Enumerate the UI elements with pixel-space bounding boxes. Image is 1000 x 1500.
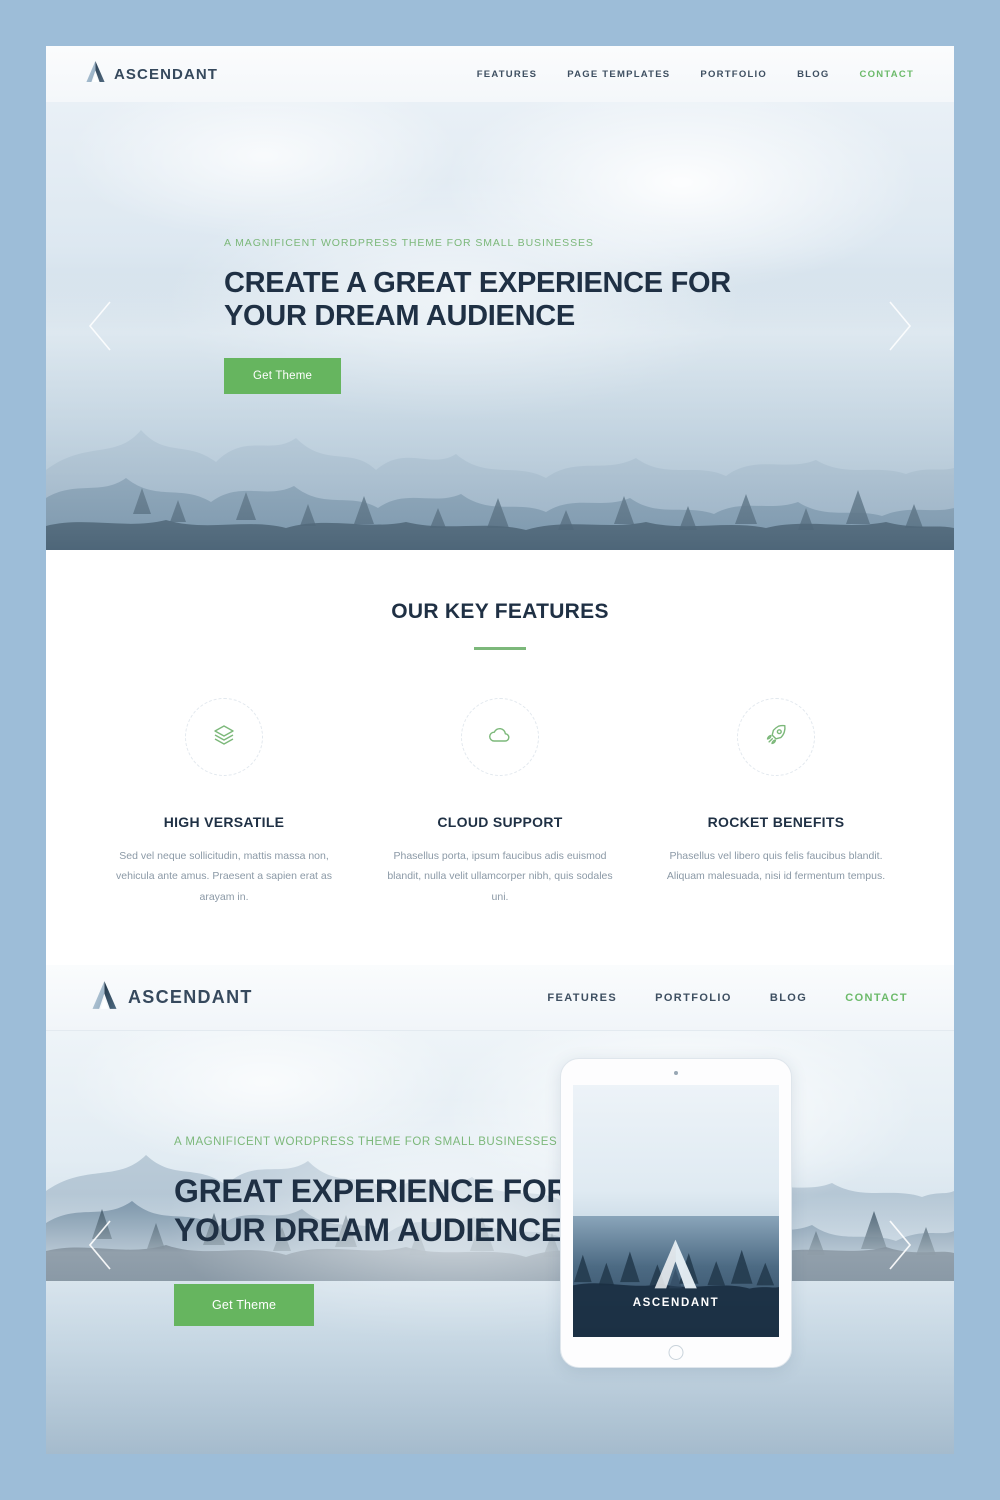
tablet-screen-brand: ASCENDANT xyxy=(633,1239,720,1309)
feature-card-rocket-benefits: ROCKET BENEFITS Phasellus vel libero qui… xyxy=(638,698,914,907)
get-theme-button-primary[interactable]: Get Theme xyxy=(224,357,342,394)
features-heading-divider xyxy=(474,647,526,650)
hero-kicker-primary: A MAGNIFICENT WORDPRESS THEME FOR SMALL … xyxy=(224,237,594,249)
feature-icon-circle xyxy=(737,698,815,776)
hero-content-primary: A MAGNIFICENT WORDPRESS THEME FOR SMALL … xyxy=(224,237,731,394)
feature-icon-circle xyxy=(185,698,263,776)
tablet-device-mockup: ASCENDANT xyxy=(560,1058,792,1368)
nav2-item-blog[interactable]: BLOG xyxy=(770,992,807,1004)
ascendant-a-logo-icon xyxy=(654,1239,698,1293)
feature-body: Sed vel neque sollicitudin, mattis massa… xyxy=(116,850,332,903)
primary-site-header: ASCENDANT FEATURES PAGE TEMPLATES PORTFO… xyxy=(46,46,954,102)
nav-item-features[interactable]: FEATURES xyxy=(477,69,538,80)
hero2-next-arrow[interactable] xyxy=(882,1215,916,1275)
hero-title-line-2: YOUR DREAM AUDIENCE xyxy=(224,299,575,332)
hero-title-primary: CREATE A GREAT EXPERIENCE FOR YOUR DREAM… xyxy=(224,267,731,333)
feature-title: ROCKET BENEFITS xyxy=(707,814,845,830)
secondary-site-header: ASCENDANT FEATURES PORTFOLIO BLOG CONTAC… xyxy=(46,965,954,1032)
hero2-title-line-2: YOUR DREAM AUDIENCE xyxy=(174,1212,562,1249)
feature-icon-circle xyxy=(461,698,539,776)
layers-icon xyxy=(212,723,236,752)
brand-logo-primary[interactable]: ASCENDANT xyxy=(86,61,218,87)
brand-name-secondary: ASCENDANT xyxy=(128,987,253,1008)
primary-hero-slider: A MAGNIFICENT WORDPRESS THEME FOR SMALL … xyxy=(46,102,954,550)
nav2-item-contact[interactable]: CONTACT xyxy=(845,992,908,1004)
hero-title-line-1: CREATE A GREAT EXPERIENCE FOR xyxy=(224,267,731,299)
tablet-camera-icon xyxy=(674,1071,678,1075)
hero-prev-arrow[interactable] xyxy=(84,296,118,356)
feature-title: HIGH VERSATILE xyxy=(163,814,285,830)
hero2-prev-arrow[interactable] xyxy=(84,1215,118,1275)
feature-body: Phasellus vel libero quis felis faucibus… xyxy=(666,850,886,883)
get-theme-button-secondary[interactable]: Get Theme xyxy=(174,1284,315,1327)
nav2-item-portfolio[interactable]: PORTFOLIO xyxy=(655,992,732,1004)
features-heading: OUR KEY FEATURES xyxy=(391,600,609,623)
nav2-item-features[interactable]: FEATURES xyxy=(547,992,617,1004)
feature-title: CLOUD SUPPORT xyxy=(437,814,563,830)
primary-navigation: FEATURES PAGE TEMPLATES PORTFOLIO BLOG C… xyxy=(477,69,914,80)
ascendant-a-logo-icon xyxy=(92,981,117,1014)
feature-card-cloud-support: CLOUD SUPPORT Phasellus porta, ipsum fau… xyxy=(362,698,638,907)
cloud-icon xyxy=(487,723,513,752)
tablet-brand-name: ASCENDANT xyxy=(632,1297,720,1309)
brand-name-primary: ASCENDANT xyxy=(114,65,219,83)
nav-item-blog[interactable]: BLOG xyxy=(797,69,829,80)
key-features-section: OUR KEY FEATURES HIGH VERSATILE Sed vel … xyxy=(46,550,954,966)
feature-card-high-versatile: HIGH VERSATILE Sed vel neque sollicitudi… xyxy=(86,698,362,907)
brand-logo-secondary[interactable]: ASCENDANT xyxy=(92,981,253,1014)
secondary-hero-slider: A MAGNIFICENT WORDPRESS THEME FOR SMALL … xyxy=(46,1031,954,1454)
tablet-home-button[interactable] xyxy=(668,1345,684,1360)
nav-item-page-templates[interactable]: PAGE TEMPLATES xyxy=(567,69,670,80)
nav-item-contact[interactable]: CONTACT xyxy=(860,69,914,80)
hero-title-secondary: GREAT EXPERIENCE FOR YOUR DREAM AUDIENCE xyxy=(174,1172,570,1250)
hero-next-arrow[interactable] xyxy=(882,296,916,356)
ascendant-a-logo-icon xyxy=(86,61,105,87)
rocket-icon xyxy=(764,723,788,752)
tablet-screen: ASCENDANT xyxy=(573,1085,779,1337)
secondary-navigation: FEATURES PORTFOLIO BLOG CONTACT xyxy=(547,992,908,1004)
nav-item-portfolio[interactable]: PORTFOLIO xyxy=(700,69,767,80)
feature-body: Phasellus porta, ipsum faucibus adis eui… xyxy=(387,850,613,903)
features-grid: HIGH VERSATILE Sed vel neque sollicitudi… xyxy=(46,698,954,907)
hero-content-secondary: A MAGNIFICENT WORDPRESS THEME FOR SMALL … xyxy=(174,1136,570,1327)
hero-kicker-secondary: A MAGNIFICENT WORDPRESS THEME FOR SMALL … xyxy=(174,1136,558,1149)
hero2-title-line-1: GREAT EXPERIENCE FOR xyxy=(174,1173,570,1210)
website-preview-frame: ASCENDANT FEATURES PAGE TEMPLATES PORTFO… xyxy=(46,46,954,1454)
